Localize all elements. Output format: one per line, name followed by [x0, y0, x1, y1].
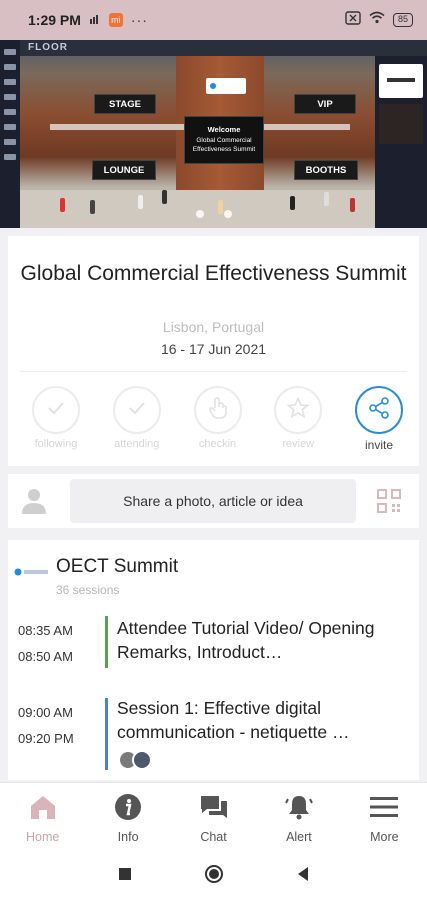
- home-circle-icon[interactable]: [204, 864, 224, 889]
- carousel-dot[interactable]: [224, 210, 232, 218]
- recents-icon[interactable]: [118, 867, 132, 886]
- session-row[interactable]: 08:35 AM 08:50 AM Attendee Tutorial Vide…: [8, 614, 419, 674]
- session-track-bar: [105, 616, 108, 668]
- review-label: review: [282, 438, 315, 450]
- check-icon: [45, 397, 67, 424]
- event-dates: 16 - 17 Jun 2021: [160, 341, 267, 357]
- venue-hero-image[interactable]: FLOOR STAGE VIP LOUNGE BOOTHS Welcome Gl…: [0, 40, 427, 228]
- invite-button[interactable]: invite: [343, 386, 415, 452]
- user-avatar-icon[interactable]: [18, 484, 50, 516]
- nav-home[interactable]: Home: [0, 783, 85, 852]
- thumbnail[interactable]: [379, 104, 423, 144]
- mi-app-icon: mi: [108, 13, 123, 27]
- session-title: Session 1: Effective digital communicati…: [117, 698, 350, 742]
- event-card: Global Commercial Effectiveness Summit L…: [8, 236, 419, 466]
- home-icon: [29, 794, 57, 825]
- info-icon: [114, 793, 142, 826]
- venue-scene: FLOOR STAGE VIP LOUNGE BOOTHS Welcome Gl…: [20, 40, 375, 228]
- thumbnail[interactable]: [379, 64, 423, 98]
- bell-icon: [285, 793, 313, 826]
- session-start-time: 08:35 AM: [18, 623, 73, 638]
- share-icon: [367, 396, 391, 425]
- star-icon: [286, 395, 310, 425]
- event-location: Lisbon, Portugal: [162, 319, 265, 335]
- session-title: Attendee Tutorial Video/ Opening Remarks…: [117, 618, 375, 662]
- session-start-time: 09:00 AM: [18, 705, 73, 720]
- lounge-sign[interactable]: LOUNGE: [92, 160, 156, 180]
- agenda-card[interactable]: OECT Summit 36 sessions 08:35 AM 08:50 A…: [8, 540, 419, 780]
- hero-left-toolbar: [0, 40, 20, 228]
- wifi-icon: [369, 11, 385, 29]
- nav-more[interactable]: More: [342, 783, 427, 852]
- share-composer: Share a photo, article or idea: [8, 474, 419, 528]
- welcome-screen: Welcome Global Commercial Effectiveness …: [184, 116, 264, 164]
- event-title: Global Commercial Effectiveness Summit: [20, 262, 407, 285]
- divider: [20, 371, 407, 372]
- agenda-title: OECT Summit: [56, 556, 179, 577]
- nav-info[interactable]: Info: [85, 783, 170, 852]
- system-nav: [0, 852, 427, 900]
- checkin-button[interactable]: checkin: [182, 386, 254, 452]
- sim-icon: [89, 13, 101, 28]
- following-button[interactable]: following: [20, 386, 92, 452]
- session-count: 36 sessions: [56, 583, 120, 597]
- nav-info-label: Info: [117, 830, 139, 844]
- sponsor-logo: [206, 78, 246, 94]
- floor-logo: FLOOR: [28, 42, 68, 53]
- check-icon: [126, 397, 148, 424]
- speaker-avatars[interactable]: [118, 750, 152, 770]
- session-end-time: 09:20 PM: [18, 731, 74, 746]
- session-end-time: 08:50 AM: [18, 649, 73, 664]
- battery-icon: 85: [392, 13, 413, 27]
- session-track-bar: [105, 698, 108, 770]
- session-row[interactable]: 09:00 AM 09:20 PM Session 1: Effective d…: [8, 696, 419, 776]
- no-sim-icon: [345, 10, 361, 30]
- nav-home-label: Home: [26, 830, 60, 844]
- stage-sign[interactable]: STAGE: [94, 94, 156, 114]
- chat-icon: [200, 794, 228, 825]
- following-label: following: [34, 438, 78, 450]
- event-actions: following attending checkin review invit…: [20, 386, 415, 452]
- checkin-label: checkin: [198, 438, 237, 450]
- nav-more-label: More: [370, 830, 399, 844]
- review-button[interactable]: review: [262, 386, 334, 452]
- more-dots-icon: ···: [130, 12, 148, 28]
- status-bar: 1:29 PM mi ··· 85: [0, 0, 427, 40]
- welcome-subtitle: Global Commercial Effectiveness Summit: [192, 137, 256, 153]
- share-input[interactable]: Share a photo, article or idea: [70, 479, 356, 523]
- organizer-logo-icon: [14, 564, 50, 576]
- invite-label: invite: [364, 438, 393, 452]
- avatar[interactable]: [132, 750, 152, 770]
- hand-icon: [207, 396, 229, 425]
- booths-sign[interactable]: BOOTHS: [294, 160, 358, 180]
- nav-alert-label: Alert: [286, 830, 312, 844]
- attending-button[interactable]: attending: [101, 386, 173, 452]
- carousel-dot[interactable]: [196, 210, 204, 218]
- nav-chat-label: Chat: [200, 830, 227, 844]
- attending-label: attending: [114, 438, 160, 450]
- hero-right-panel: [375, 40, 427, 228]
- vip-sign[interactable]: VIP: [294, 94, 356, 114]
- back-icon[interactable]: [296, 866, 310, 887]
- bottom-nav: Home Info Chat Alert More: [0, 782, 427, 852]
- nav-chat[interactable]: Chat: [171, 783, 256, 852]
- welcome-title: Welcome: [207, 125, 241, 134]
- nav-alert[interactable]: Alert: [256, 783, 341, 852]
- menu-icon: [370, 796, 399, 823]
- qr-code-icon[interactable]: [376, 488, 402, 514]
- status-time: 1:29 PM: [28, 12, 81, 28]
